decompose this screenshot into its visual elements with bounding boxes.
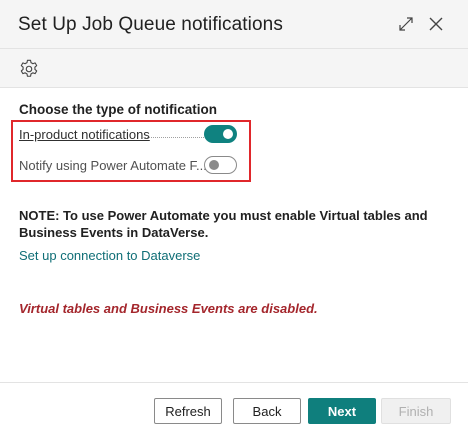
dialog-title: Set Up Job Queue notifications	[18, 14, 283, 35]
power-automate-label: Notify using Power Automate F...	[19, 158, 207, 173]
dotted-leader	[144, 137, 204, 138]
power-automate-row: Notify using Power Automate F...	[19, 154, 243, 176]
close-button[interactable]	[424, 12, 448, 36]
disabled-warning: Virtual tables and Business Events are d…	[19, 301, 318, 316]
expand-icon	[399, 17, 413, 31]
back-button[interactable]: Back	[233, 398, 301, 424]
gear-icon	[20, 59, 38, 77]
refresh-button[interactable]: Refresh	[154, 398, 222, 424]
toggle-knob	[223, 129, 233, 139]
dialog-header: Set Up Job Queue notifications	[0, 0, 468, 48]
notification-type-heading: Choose the type of notification	[19, 102, 217, 117]
dialog-toolbar	[0, 48, 468, 88]
in-product-notifications-row: In-product notifications	[19, 123, 243, 145]
in-product-notifications-toggle[interactable]	[204, 125, 237, 143]
in-product-notifications-label[interactable]: In-product notifications	[19, 127, 150, 142]
power-automate-note: NOTE: To use Power Automate you must ena…	[19, 208, 428, 240]
expand-button[interactable]	[394, 12, 418, 36]
footer-divider	[0, 382, 468, 383]
power-automate-toggle[interactable]	[204, 156, 237, 174]
next-button[interactable]: Next	[308, 398, 376, 424]
finish-button[interactable]: Finish	[381, 398, 451, 424]
settings-button[interactable]	[17, 57, 41, 81]
toggle-knob	[209, 160, 219, 170]
close-icon	[429, 17, 443, 31]
setup-dataverse-link[interactable]: Set up connection to Dataverse	[19, 248, 200, 263]
